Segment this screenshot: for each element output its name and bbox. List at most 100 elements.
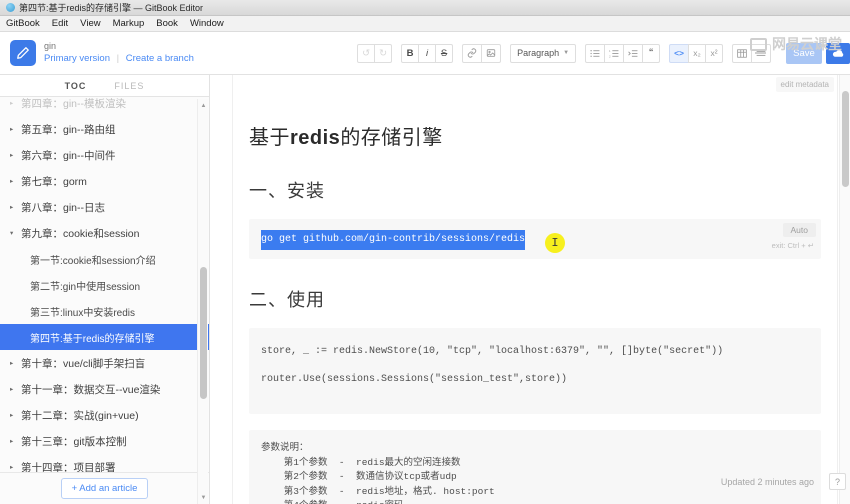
- paragraph-dropdown[interactable]: Paragraph ▼: [510, 43, 577, 63]
- sidebar-item-label: 第七章：gorm: [21, 175, 87, 188]
- menu-edit[interactable]: Edit: [52, 18, 68, 29]
- sidebar-item-4[interactable]: ▸ 第八章：gin--日志: [0, 194, 209, 220]
- sidebar-item-8[interactable]: 第三节:linux中安装redis: [0, 298, 209, 324]
- sidebar-item-1[interactable]: ▸ 第五章：gin--路由组: [0, 116, 209, 142]
- sidebar-item-label: 第十一章：数据交互--vue渲染: [21, 383, 161, 396]
- editor-scrollbar-thumb[interactable]: [842, 91, 849, 187]
- strikethrough-icon[interactable]: S: [435, 43, 454, 63]
- menu-window[interactable]: Window: [190, 18, 224, 29]
- params-line-1: 参数说明：: [261, 442, 309, 453]
- code-group: <> x₂ x²: [669, 43, 723, 63]
- sidebar-item-label: 第一节:cookie和session介绍: [30, 255, 156, 267]
- tab-files[interactable]: FILES: [114, 81, 144, 91]
- code-block-usage[interactable]: store, _ := redis.NewStore(10, "tcp", "l…: [249, 328, 821, 414]
- sidebar-item-11[interactable]: ▸ 第十一章：数据交互--vue渲染: [0, 376, 209, 402]
- sidebar-item-5[interactable]: ▾ 第九章：cookie和session: [0, 220, 209, 246]
- sidebar-item-label: 第三节:linux中安装redis: [30, 307, 136, 319]
- sidebar-item-9[interactable]: 第四节:基于redis的存储引擎: [0, 324, 209, 350]
- sidebar-item-6[interactable]: 第一节:cookie和session介绍: [0, 246, 209, 272]
- edit-pencil-icon[interactable]: [10, 40, 36, 66]
- undo-icon[interactable]: ↺: [357, 43, 376, 63]
- main-area: TOC FILES ▸ 第四章：gin--模板渲染 ▸ 第五章：gin--路由组 ▸ 第六…: [0, 75, 850, 504]
- add-article-button[interactable]: + Add an article: [60, 478, 149, 499]
- italic-icon[interactable]: i: [418, 43, 437, 63]
- sidebar-item-label: 第六章：gin--中间件: [21, 149, 116, 162]
- text-style-group: B i S: [401, 43, 454, 63]
- chevron-right-icon[interactable]: ▸: [10, 177, 21, 185]
- scroll-up-icon[interactable]: ▲: [199, 101, 208, 110]
- sidebar-scrollbar[interactable]: ▲ ▼: [197, 99, 208, 504]
- insert-group: [462, 43, 502, 63]
- chevron-right-icon[interactable]: ▸: [10, 359, 21, 367]
- sidebar-item-14[interactable]: ▸ 第十四章：项目部署: [0, 454, 209, 473]
- menu-book[interactable]: Book: [156, 18, 178, 29]
- ordered-list-icon[interactable]: 1 2: [604, 43, 625, 63]
- unordered-list-icon[interactable]: [585, 43, 606, 63]
- link-separator: |: [116, 52, 120, 64]
- chevron-right-icon[interactable]: ▸: [10, 385, 21, 393]
- code-block-install[interactable]: go get github.com/gin-contrib/sessions/r…: [249, 219, 821, 259]
- sidebar-item-label: 第十四章：项目部署: [21, 461, 116, 473]
- chevron-down-icon: ▼: [563, 50, 570, 56]
- history-group: ↺ ↻: [357, 43, 393, 63]
- menu-markup[interactable]: Markup: [113, 18, 145, 29]
- code-install-text[interactable]: go get github.com/gin-contrib/sessions/r…: [261, 230, 526, 250]
- subscript-icon[interactable]: x₂: [688, 43, 706, 63]
- create-branch-link[interactable]: Create a branch: [126, 53, 194, 64]
- sidebar-item-2[interactable]: ▸ 第六章：gin--中间件: [0, 142, 209, 168]
- chevron-right-icon[interactable]: ▸: [10, 151, 21, 159]
- save-button[interactable]: Save: [786, 42, 822, 64]
- edit-metadata-button[interactable]: edit metadata: [775, 77, 834, 92]
- primary-version-link[interactable]: Primary version: [44, 53, 110, 64]
- chevron-right-icon[interactable]: ▸: [10, 463, 21, 471]
- scrollbar-thumb[interactable]: [200, 267, 207, 399]
- chevron-right-icon[interactable]: ▸: [10, 99, 21, 107]
- sidebar-item-3[interactable]: ▸ 第七章：gorm: [0, 168, 209, 194]
- chevron-right-icon[interactable]: ▸: [10, 411, 21, 419]
- indent-icon[interactable]: [623, 43, 644, 63]
- cloud-upload-icon[interactable]: [826, 42, 850, 64]
- menu-view[interactable]: View: [80, 18, 100, 29]
- window-title: 第四节:基于redis的存储引擎 — GitBook Editor: [19, 3, 204, 13]
- sidebar-item-0[interactable]: ▸ 第四章：gin--模板渲染: [0, 97, 209, 116]
- sidebar-item-12[interactable]: ▸ 第十二章：实战(gin+vue): [0, 402, 209, 428]
- superscript-icon[interactable]: x²: [705, 43, 723, 63]
- mouse-cursor-highlight: I: [545, 233, 565, 253]
- help-button[interactable]: ?: [829, 473, 846, 490]
- sidebar-item-13[interactable]: ▸ 第十三章：git版本控制: [0, 428, 209, 454]
- document-paper[interactable]: edit metadata 基于redis的存储引擎 一、安装 go get g…: [232, 75, 838, 504]
- bold-icon[interactable]: B: [401, 43, 420, 63]
- chevron-right-icon[interactable]: ▸: [10, 125, 21, 133]
- sidebar-item-10[interactable]: ▸ 第十章：vue/cli脚手架扫盲: [0, 350, 209, 376]
- horizontal-rule-icon[interactable]: [751, 43, 771, 63]
- chevron-right-icon[interactable]: ▸: [10, 203, 21, 211]
- blockquote-icon[interactable]: “: [642, 43, 661, 63]
- code-language-selector[interactable]: Auto: [782, 223, 816, 237]
- sidebar-item-7[interactable]: 第二节:gin中使用session: [0, 272, 209, 298]
- redo-icon[interactable]: ↻: [374, 43, 393, 63]
- svg-text:2: 2: [609, 54, 611, 58]
- book-info: gin Primary version | Create a branch: [0, 40, 209, 66]
- scroll-down-icon[interactable]: ▼: [199, 493, 208, 502]
- title-part-2: 的存储引擎: [340, 127, 443, 149]
- tab-toc[interactable]: TOC: [65, 81, 87, 91]
- page-title: 基于redis的存储引擎: [249, 121, 821, 150]
- code-block-params[interactable]: 参数说明： 第1个参数 - redis最大的空闲连接数 第2个参数 - 数通信协…: [249, 430, 821, 504]
- table-icon[interactable]: [732, 43, 752, 63]
- link-icon[interactable]: [462, 43, 483, 63]
- sidebar: TOC FILES ▸ 第四章：gin--模板渲染 ▸ 第五章：gin--路由组 ▸ 第六…: [0, 75, 210, 504]
- editor-scrollbar[interactable]: [839, 75, 850, 504]
- code-exit-hint: exit: Ctrl + ↵: [771, 241, 814, 250]
- code-block-icon[interactable]: <>: [669, 43, 689, 63]
- editor-pane: edit metadata 基于redis的存储引擎 一、安装 go get g…: [210, 75, 850, 504]
- chevron-right-icon[interactable]: ▸: [10, 437, 21, 445]
- app-toolbar: gin Primary version | Create a branch ↺ …: [0, 32, 850, 75]
- sidebar-item-label: 第十章：vue/cli脚手架扫盲: [21, 357, 146, 370]
- menu-gitbook[interactable]: GitBook: [6, 18, 40, 29]
- image-icon[interactable]: [481, 43, 502, 63]
- title-part-1: 基于: [249, 127, 290, 149]
- sidebar-item-label: 第十二章：实战(gin+vue): [21, 409, 139, 422]
- app-window: 第四节:基于redis的存储引擎 — GitBook Editor GitBoo…: [0, 0, 850, 504]
- sidebar-tabs: TOC FILES: [0, 75, 209, 97]
- chevron-down-icon[interactable]: ▾: [10, 229, 21, 237]
